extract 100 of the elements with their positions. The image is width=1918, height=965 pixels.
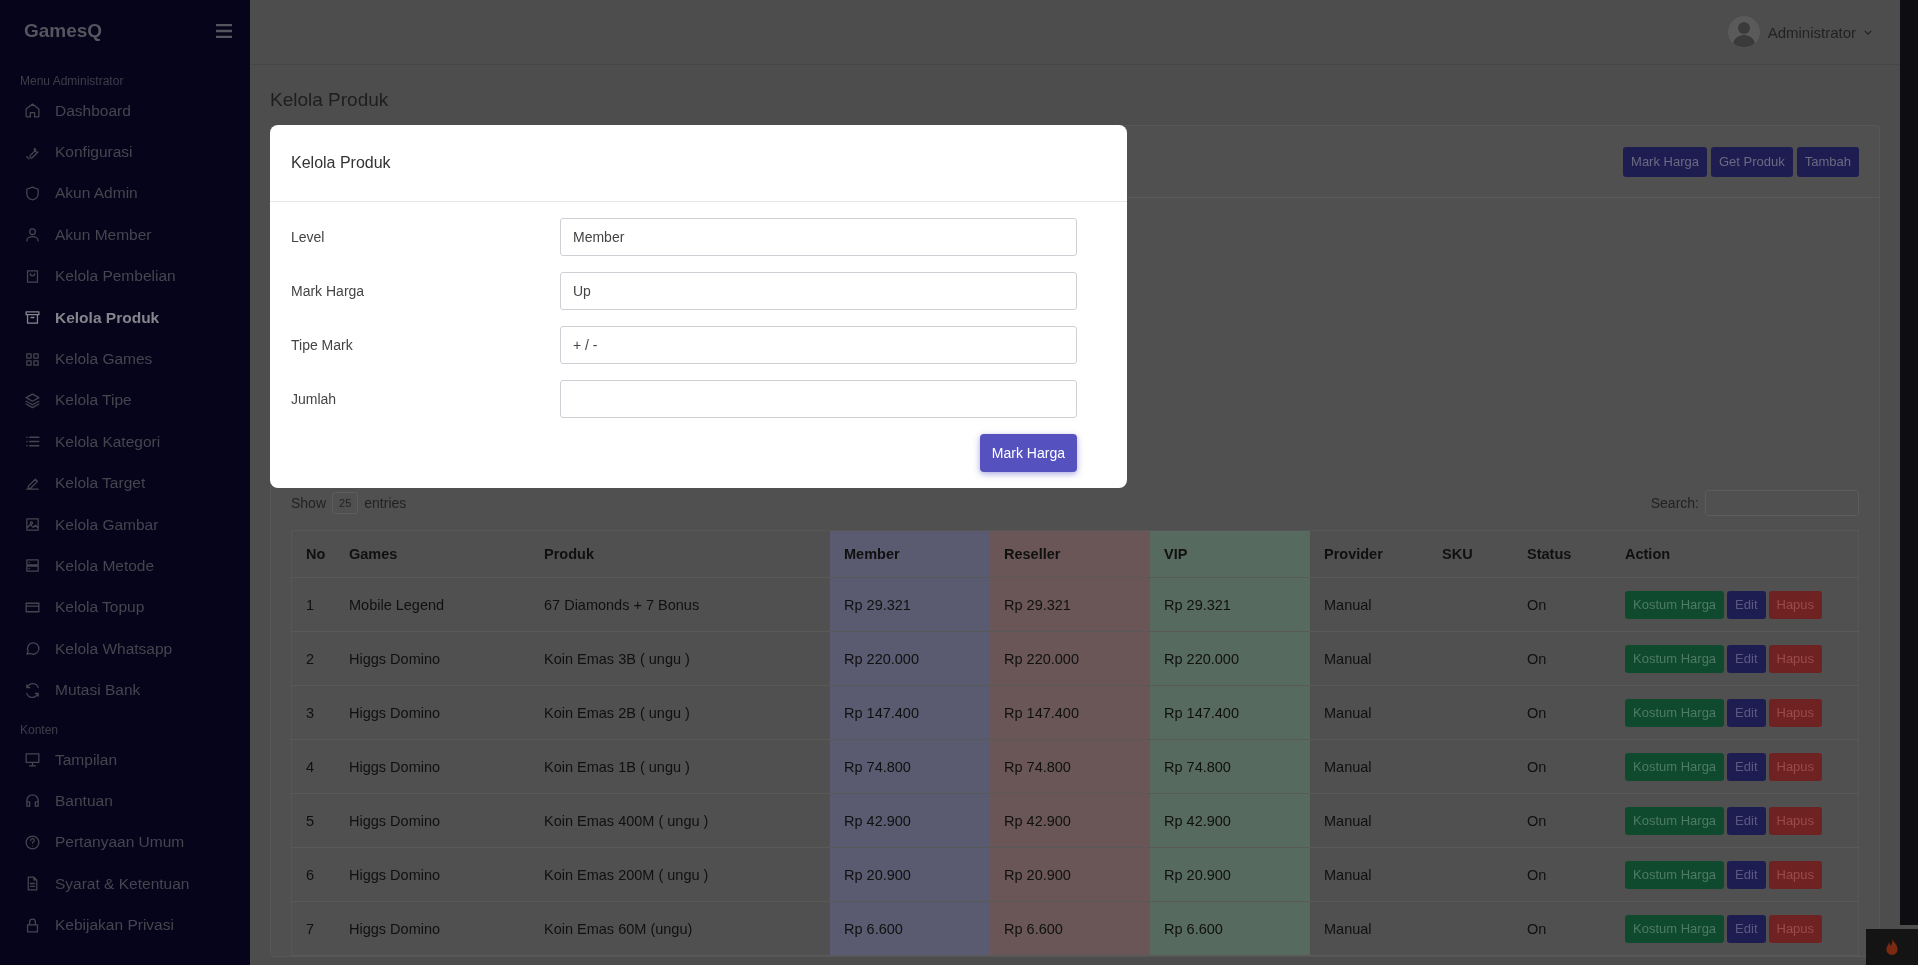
table-cell: Higgs Domino [349,704,441,721]
table-cell: Koin Emas 3B ( ungu ) [544,650,690,667]
grid-icon [24,350,41,368]
sidebar-item[interactable]: Kelola Pembelian [0,255,250,297]
table-cell: Rp 220.000 [1004,650,1079,667]
sidebar-item[interactable]: Kelola Tipe [0,379,250,422]
table-cell: Higgs Domino [349,812,441,829]
sidebar-item[interactable]: Kelola Gambar [0,503,250,546]
table-cell: Koin Emas 2B ( ungu ) [544,704,690,721]
debug-toolbar-button[interactable] [1866,929,1918,965]
edit-button[interactable]: Edit [1727,752,1766,781]
table-cell: On [1527,758,1547,775]
table-cell: Higgs Domino [349,758,441,775]
table-cell: On [1527,866,1547,883]
menu-icon[interactable] [216,24,232,38]
modal-title: Kelola Produk [291,154,391,172]
sidebar-item[interactable]: Mutasi Bank [0,669,250,711]
sidebar-item[interactable]: Kelola Whatsapp [0,628,250,670]
archive-icon [24,309,41,327]
edit-button[interactable]: Edit [1727,860,1766,889]
table-cell: 2 [306,650,315,667]
section-label: Menu Administrator [19,73,125,90]
table-cell: Rp 29.321 [1164,596,1231,613]
monitor-icon [24,751,41,769]
table-cell: Rp 6.600 [1004,920,1063,937]
custom-price-button[interactable]: Kostum Harga [1625,590,1725,619]
table-cell: Manual [1324,596,1372,613]
table-cell: On [1527,596,1547,613]
sidebar-item[interactable]: Dashboard [0,90,250,132]
edit-button[interactable]: Edit [1727,590,1766,619]
field-label: Level [291,229,326,245]
table-cell: Koin Emas 200M ( ungu ) [544,866,709,883]
custom-price-button[interactable]: Kostum Harga [1625,806,1725,835]
sidebar-item[interactable]: Kelola Kategori [0,421,250,463]
custom-price-button[interactable]: Kostum Harga [1625,752,1725,781]
custom-price-button[interactable]: Kostum Harga [1625,698,1725,727]
sidebar-item[interactable]: Kelola Produk [0,296,250,339]
sidebar-item[interactable]: Kebijakan Privasi [0,904,250,946]
lock-icon [24,916,41,934]
custom-price-button[interactable]: Kostum Harga [1625,644,1725,673]
sidebar-item[interactable]: Kelola Topup [0,586,250,629]
edit-button[interactable]: Edit [1727,914,1766,943]
table-cell: Manual [1324,704,1372,721]
sidebar-item[interactable]: Akun Admin [0,172,250,215]
edit-button[interactable]: Edit [1727,644,1766,673]
image-icon [24,516,41,534]
table-cell: 67 Diamonds + 7 Bonus [544,596,700,613]
scrollbar[interactable] [1900,0,1918,925]
sidebar-item[interactable]: Kelola Metode [0,545,250,587]
column-header: Member [830,530,990,578]
field-label: Mark Harga [291,283,366,299]
input-field[interactable]: Member [560,218,1077,256]
table-cell: Rp 147.400 [1164,704,1239,721]
table-cell: Rp 20.900 [1004,866,1071,883]
table-cell: Rp 20.900 [844,866,911,883]
table-cell: Rp 20.900 [1164,866,1231,883]
table-cell: Manual [1324,812,1372,829]
sidebar-item[interactable]: Kelola Target [0,462,250,504]
edit-button[interactable]: Edit [1727,698,1766,727]
table-cell: 1 [306,596,315,613]
table-cell: Higgs Domino [349,920,441,937]
input-field[interactable] [560,380,1077,418]
sidebar-item[interactable]: Konfigurasi [0,131,250,173]
table-cell: Rp 74.800 [1004,758,1071,775]
table-cell: Rp 42.900 [1004,812,1071,829]
mark-price-button[interactable]: Mark Harga [979,434,1077,472]
table-cell: Rp 220.000 [844,650,919,667]
edit-button[interactable]: Edit [1727,806,1766,835]
header-button[interactable]: Mark Harga [1623,146,1707,177]
avatar-icon [1727,16,1760,48]
headphones-icon [24,792,41,810]
user-icon [24,226,41,244]
sidebar-item[interactable]: Akun Member [0,214,250,256]
table-cell: Rp 42.900 [1164,812,1231,829]
custom-price-button[interactable]: Kostum Harga [1625,860,1725,889]
table-cell: Rp 6.600 [844,920,903,937]
input-field[interactable]: Up [560,272,1077,310]
custom-price-button[interactable]: Kostum Harga [1625,914,1725,943]
bag-icon [24,267,41,285]
table-cell: On [1527,920,1547,937]
table-cell: 7 [306,920,315,937]
input-field[interactable]: + / - [560,326,1077,364]
table-cell: Rp 147.400 [1004,704,1079,721]
table-cell: Manual [1324,866,1372,883]
header-button[interactable]: Tambah [1796,146,1859,177]
sidebar-item[interactable]: Pertanyaan Umum [0,821,250,864]
table-cell: 3 [306,704,315,721]
sidebar-item[interactable]: Tampilan [0,738,250,781]
header-button[interactable]: Get Produk [1711,146,1793,177]
shield-icon [24,184,41,202]
sidebar-item[interactable]: Bantuan [0,780,250,822]
chat-icon [24,640,41,658]
table-cell: On [1527,812,1547,829]
sidebar-item[interactable]: Kelola Games [0,338,250,380]
table-cell: Rp 6.600 [1164,920,1223,937]
sidebar-item[interactable]: Syarat & Ketentuan [0,863,250,905]
table-cell: Rp 220.000 [1164,650,1239,667]
column-header: Action [1611,530,1859,578]
table-cell: Manual [1324,758,1372,775]
column-header: Games [335,530,530,578]
